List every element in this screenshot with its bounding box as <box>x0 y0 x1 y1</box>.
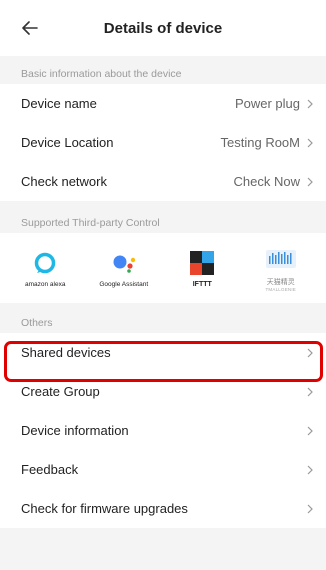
chevron-right-icon <box>304 386 316 398</box>
chevron-right-icon <box>304 137 316 149</box>
row-label: Check network <box>21 174 107 189</box>
third-party-google-assistant[interactable]: Google Assistant <box>88 249 160 288</box>
third-party-tmall-genie[interactable]: 天猫精灵 TMALLGENIE <box>245 245 317 292</box>
section-label-basic: Basic information about the device <box>21 68 182 80</box>
row-value: Check Now <box>233 174 300 189</box>
shared-devices-row[interactable]: Shared devices <box>0 333 326 372</box>
chevron-right-icon <box>304 347 316 359</box>
chevron-right-icon <box>304 425 316 437</box>
third-party-ifttt[interactable]: IFTTT <box>166 249 238 288</box>
row-label: Feedback <box>21 462 79 477</box>
row-label: Check for firmware upgrades <box>21 501 188 516</box>
row-value: Testing RooM <box>220 135 300 150</box>
chevron-right-icon <box>304 98 316 110</box>
third-party-caption: IFTTT <box>192 280 212 288</box>
row-label: Device Location <box>21 135 114 150</box>
check-network-row[interactable]: Check network Check Now <box>0 162 326 201</box>
third-party-caption: Google Assistant <box>99 280 149 288</box>
third-party-logos: amazon alexa Google Assistant IFTTT 天猫精灵… <box>0 233 326 303</box>
create-group-row[interactable]: Create Group <box>0 372 326 411</box>
header-bar: Details of device <box>0 0 326 56</box>
ifttt-icon <box>190 249 215 277</box>
back-arrow-icon[interactable] <box>18 16 42 40</box>
section-label-others: Others <box>21 317 53 329</box>
third-party-sub-caption: TMALLGENIE <box>265 286 296 292</box>
third-party-alexa[interactable]: amazon alexa <box>9 249 81 288</box>
chevron-right-icon <box>304 464 316 476</box>
section-label-third-party: Supported Third-party Control <box>21 217 160 229</box>
row-label: Create Group <box>21 384 100 399</box>
row-label: Device information <box>21 423 129 438</box>
tmall-genie-icon <box>265 245 297 273</box>
device-information-row[interactable]: Device information <box>0 411 326 450</box>
device-name-row[interactable]: Device name Power plug <box>0 84 326 123</box>
feedback-row[interactable]: Feedback <box>0 450 326 489</box>
chevron-right-icon <box>304 176 316 188</box>
third-party-caption: 天猫精灵 <box>266 278 295 286</box>
row-value: Power plug <box>234 96 300 111</box>
third-party-caption: amazon alexa <box>25 280 66 288</box>
firmware-upgrade-row[interactable]: Check for firmware upgrades <box>0 489 326 528</box>
google-assistant-icon <box>111 249 137 277</box>
alexa-icon <box>34 249 56 277</box>
page-title: Details of device <box>103 19 223 37</box>
chevron-right-icon <box>304 503 316 515</box>
device-location-row[interactable]: Device Location Testing RooM <box>0 123 326 162</box>
row-label: Device name <box>21 96 97 111</box>
row-label: Shared devices <box>21 345 111 360</box>
